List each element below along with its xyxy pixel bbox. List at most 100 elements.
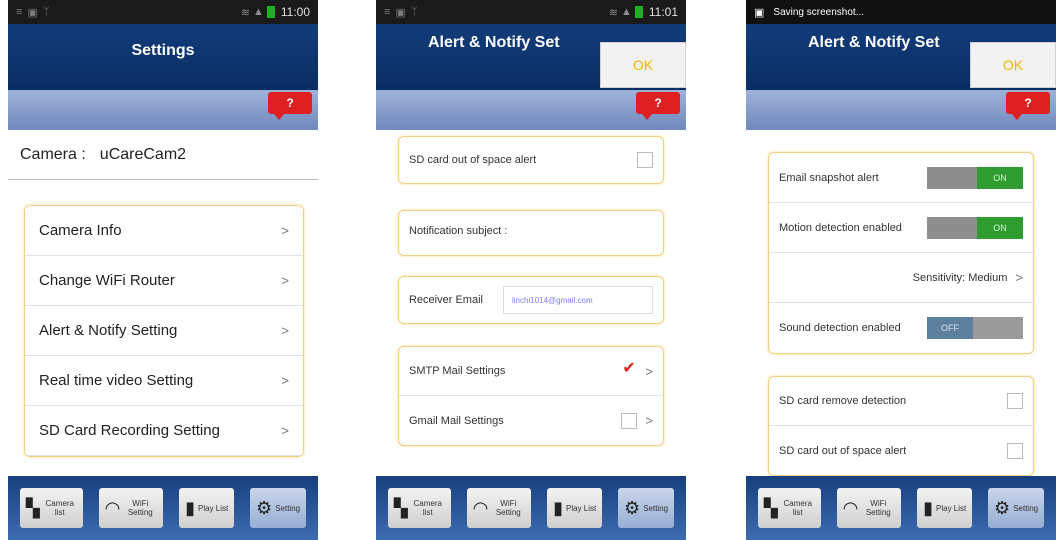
chevron-right-icon: >: [281, 423, 289, 438]
menu-item-camera-info[interactable]: Camera Info >: [25, 206, 303, 256]
help-band: ?: [376, 90, 686, 130]
notification-subject-field[interactable]: Notification subject :: [399, 211, 663, 237]
smtp-checkbox[interactable]: [621, 358, 638, 379]
motion-detection-label: Motion detection enabled: [779, 221, 902, 234]
tab-camera-list[interactable]: ▚ Camera list: [19, 488, 83, 528]
help-band: ?: [8, 90, 318, 130]
image-icon: ▣: [395, 6, 406, 19]
camera-row: Camera : uCareCam2: [8, 130, 318, 180]
play-list-icon: ▮: [923, 497, 933, 518]
help-band: ?: [746, 90, 1056, 130]
ok-button[interactable]: OK: [970, 42, 1056, 88]
tab-wifi-setting[interactable]: ◠ WiFi Setting: [466, 488, 532, 528]
menu-item-sd-recording[interactable]: SD Card Recording Setting >: [25, 406, 303, 456]
gear-icon: ⚙: [256, 497, 273, 518]
gear-icon: ⚙: [994, 497, 1011, 518]
camera-list-icon: ▚: [393, 497, 408, 518]
status-bar: ≡ ▣ ᛘ ≋ ▲ 11:00: [8, 0, 318, 24]
tab-play-list[interactable]: ▮ Play List: [547, 488, 603, 528]
wifi-signal-icon: ≋: [240, 6, 250, 19]
tab-camera-list[interactable]: ▚ Camera list: [387, 488, 451, 528]
gmail-mail-label: Gmail Mail Settings: [409, 414, 504, 427]
battery-icon: [634, 6, 643, 18]
chevron-right-icon: >: [645, 363, 653, 379]
tab-play-list[interactable]: ▮ Play List: [917, 488, 973, 528]
wifi-icon: ◠: [842, 497, 859, 518]
tab-wifi-setting[interactable]: ◠ WiFi Setting: [836, 488, 902, 528]
sound-detection-toggle[interactable]: OFF: [927, 317, 1023, 339]
menu-item-label: Real time video Setting: [39, 372, 194, 389]
page-title: Alert & Notify Set: [808, 34, 940, 51]
receiver-email-input[interactable]: linchi1014@gmail.com: [503, 286, 653, 314]
gmail-checkbox[interactable]: [621, 412, 638, 429]
help-icon: ?: [1024, 96, 1032, 110]
motion-detection-toggle[interactable]: ON: [927, 216, 1023, 239]
status-message: Saving screenshot...: [773, 6, 865, 18]
tab-setting[interactable]: ⚙ Setting: [618, 488, 675, 528]
help-button[interactable]: ?: [1006, 92, 1050, 120]
menu-item-label: SD Card Recording Setting: [39, 422, 220, 439]
camera-list-icon: ▚: [763, 497, 778, 518]
mail-settings-card: SMTP Mail Settings > Gmail Mail Settings…: [398, 346, 664, 446]
gmail-mail-row[interactable]: Gmail Mail Settings >: [399, 396, 663, 445]
screen-settings: ≡ ▣ ᛘ ≋ ▲ 11:00 Settings ? Camera : uCareC…: [8, 0, 318, 540]
sound-detection-row: Sound detection enabled OFF: [769, 303, 1033, 353]
sd-space-checkbox[interactable]: [1007, 442, 1023, 459]
sd-space-label: SD card out of space alert: [779, 444, 907, 457]
camera-label: Camera :: [20, 145, 86, 163]
email-snapshot-label: Email snapshot alert: [779, 171, 879, 184]
toggle-off-label: OFF: [927, 317, 973, 339]
sensitivity-row[interactable]: Sensitivity: Medium >: [769, 253, 1033, 303]
chevron-right-icon: >: [645, 413, 653, 428]
notification-icon: ≡: [16, 6, 23, 18]
menu-item-alert-notify[interactable]: Alert & Notify Setting >: [25, 306, 303, 356]
chevron-right-icon: >: [281, 373, 289, 388]
sensitivity-label: Sensitivity: Medium: [912, 271, 1008, 284]
chevron-right-icon: >: [281, 223, 289, 238]
page-title: Settings: [131, 42, 195, 59]
sd-space-row[interactable]: SD card out of space alert: [769, 426, 1033, 475]
sound-detection-label: Sound detection enabled: [779, 322, 901, 334]
receiver-email-card: Receiver Email linchi1014@gmail.com: [398, 276, 664, 324]
chevron-right-icon: >: [281, 273, 289, 288]
sd-remove-row[interactable]: SD card remove detection: [769, 377, 1033, 426]
smtp-mail-row[interactable]: SMTP Mail Settings >: [399, 347, 663, 396]
tab-setting[interactable]: ⚙ Setting: [250, 488, 307, 528]
tab-wifi-setting[interactable]: ◠ WiFi Setting: [98, 488, 164, 528]
menu-item-label: Camera Info: [39, 222, 122, 239]
bottom-tab-bar: ▚ Camera list ◠ WiFi Setting ▮ Play List ⚙ S…: [746, 476, 1056, 540]
notification-subject-card: Notification subject :: [398, 210, 664, 256]
notification-subject-label: Notification subject :: [409, 225, 508, 237]
status-bar: ▣ Saving screenshot...: [746, 0, 1056, 24]
wifi-icon: ◠: [104, 497, 121, 518]
sd-card-card: SD card remove detection SD card out of …: [768, 376, 1034, 476]
tab-play-list[interactable]: ▮ Play List: [179, 488, 235, 528]
ok-button[interactable]: OK: [600, 42, 686, 88]
play-list-icon: ▮: [185, 497, 195, 518]
battery-icon: [266, 6, 275, 18]
menu-item-change-wifi[interactable]: Change WiFi Router >: [25, 256, 303, 306]
screen-alert-notify-detection: ▣ Saving screenshot... Alert & Notify Set…: [746, 0, 1056, 540]
screen-alert-notify-email: ≡ ▣ ᛘ ≋ ▲ 11:01 Alert & Notify Set OK ? SD…: [376, 0, 686, 540]
chevron-right-icon: >: [1015, 270, 1023, 285]
menu-item-label: Alert & Notify Setting: [39, 322, 178, 339]
sd-remove-label: SD card remove detection: [779, 395, 907, 407]
sd-space-card: SD card out of space alert: [398, 136, 664, 184]
help-button[interactable]: ?: [268, 92, 312, 120]
status-bar: ≡ ▣ ᛘ ≋ ▲ 11:01: [376, 0, 686, 24]
help-button[interactable]: ?: [636, 92, 680, 120]
motion-detection-row: Motion detection enabled ON: [769, 203, 1033, 253]
email-snapshot-toggle[interactable]: ON: [927, 166, 1023, 189]
toggle-on-label: ON: [977, 166, 1023, 189]
tab-camera-list[interactable]: ▚ Camera list: [757, 488, 821, 528]
menu-item-label: Change WiFi Router: [39, 272, 175, 289]
sd-remove-checkbox[interactable]: [1007, 393, 1023, 409]
wifi-icon: ◠: [472, 497, 489, 518]
sd-space-row[interactable]: SD card out of space alert: [399, 137, 663, 183]
receiver-email-label: Receiver Email: [409, 294, 483, 306]
sd-space-checkbox[interactable]: [637, 152, 653, 168]
detection-card: Email snapshot alert ON Motion detection…: [768, 152, 1034, 354]
usb-icon: ᛘ: [42, 6, 50, 18]
tab-setting[interactable]: ⚙ Setting: [988, 488, 1045, 528]
menu-item-realtime-video[interactable]: Real time video Setting >: [25, 356, 303, 406]
